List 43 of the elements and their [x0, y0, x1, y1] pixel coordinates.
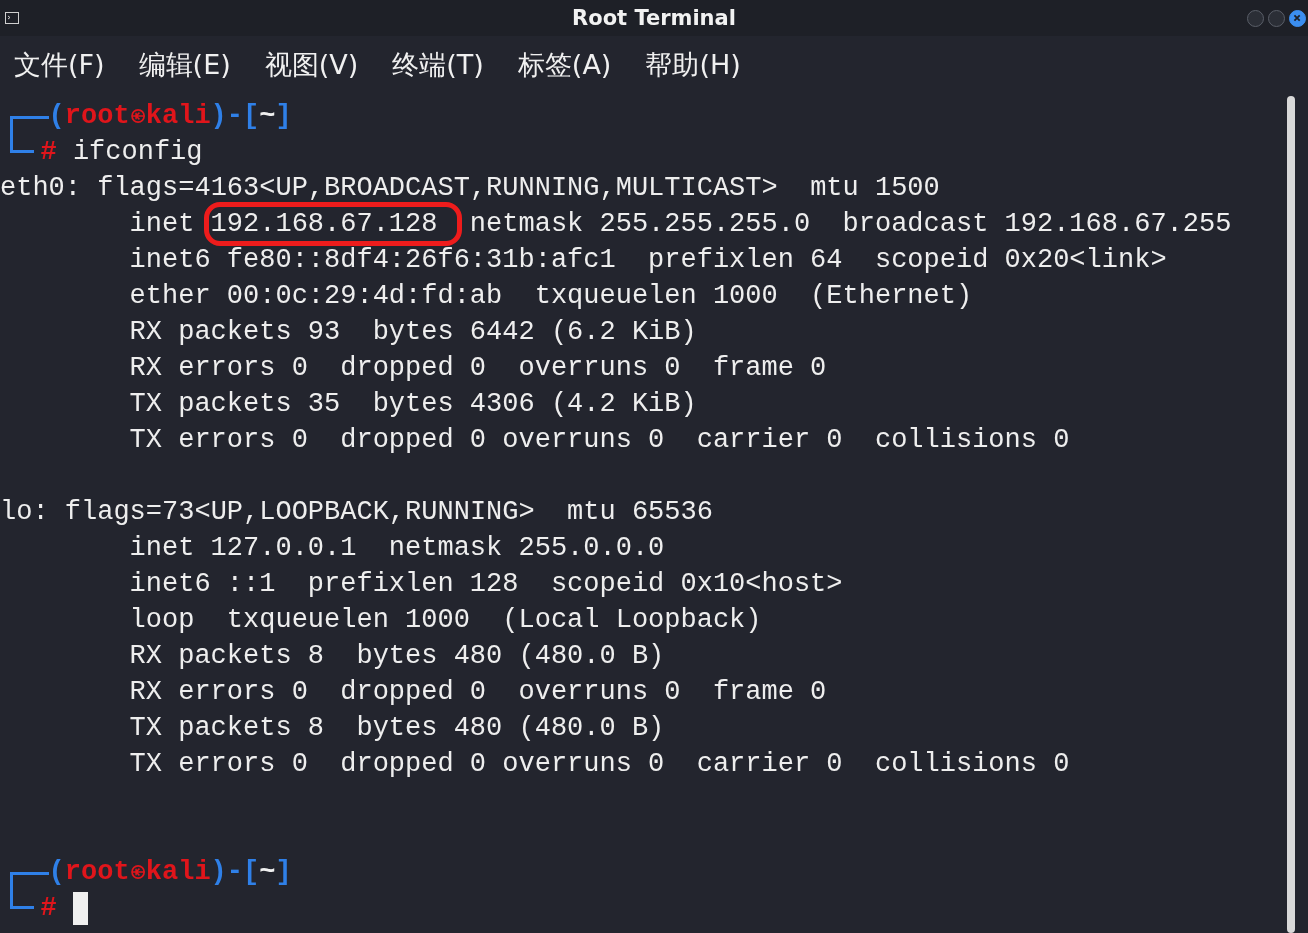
output-line: inet 127.0.0.1 netmask 255.0.0.0 — [129, 532, 665, 565]
output-line: loop txqueuelen 1000 (Local Loopback) — [129, 604, 762, 637]
prompt-name: kali — [145, 100, 211, 133]
output-line: RX errors 0 dropped 0 overruns 0 frame 0 — [129, 676, 827, 709]
menu-item[interactable]: 终端(T) — [392, 47, 518, 83]
menu-item[interactable]: 文件(F) — [14, 47, 139, 83]
command-text: ifconfig — [71, 136, 203, 169]
prompt-name: root — [64, 100, 130, 133]
menu-item[interactable]: 帮助(H) — [645, 47, 775, 83]
prompt-bracket: ] — [275, 100, 292, 133]
output-line: lo: flags=73<UP,LOOPBACK,RUNNING> mtu 65536 — [0, 496, 713, 529]
prompt-path: ~ — [259, 100, 276, 133]
output-line: TX errors 0 dropped 0 overruns 0 carrier 0 collisions 0 — [129, 424, 1070, 457]
menu-item[interactable]: 标签(A) — [517, 47, 646, 83]
output-line: RX packets 93 bytes 6442 (6.2 KiB) — [129, 316, 697, 349]
prompt-path: ~ — [259, 856, 276, 889]
maximize-button[interactable] — [1268, 9, 1285, 27]
prompt-bracket: ( — [48, 856, 65, 889]
prompt-sign: # — [40, 892, 57, 925]
output-line: inet 192.168.67.128 netmask 255.255.255.0 broadcast 192.168.67.255 — [129, 208, 1232, 241]
minimize-button[interactable] — [1247, 9, 1264, 27]
window-title: Root Terminal — [572, 6, 736, 30]
terminal-icon — [5, 12, 19, 24]
output-line: RX errors 0 dropped 0 overruns 0 frame 0 — [129, 352, 827, 385]
prompt-bracket: )-[ — [210, 856, 260, 889]
output-line: TX packets 35 bytes 4306 (4.2 KiB) — [129, 388, 697, 421]
menu-item[interactable]: 编辑(E) — [138, 47, 265, 83]
prompt-sign: # — [40, 136, 57, 169]
prompt-name: kali — [145, 856, 211, 889]
output-line: TX packets 8 bytes 480 (480.0 B) — [129, 712, 665, 745]
prompt-bracket: ] — [275, 856, 292, 889]
scrollbar-thumb[interactable] — [1287, 96, 1295, 933]
output-line: eth0: flags=4163<UP,BROADCAST,RUNNING,MULTICAST> mtu 1500 — [0, 172, 940, 205]
output-line: TX errors 0 dropped 0 overruns 0 carrier 0 collisions 0 — [129, 748, 1070, 781]
close-button[interactable] — [1289, 9, 1306, 27]
prompt-bracket: )-[ — [210, 100, 260, 133]
output-line: inet6 ::1 prefixlen 128 scopeid 0x10<host> — [129, 568, 843, 601]
output-line: ether 00:0c:29:4d:fd:ab txqueuelen 1000 (Ethernet) — [129, 280, 973, 313]
output-line: RX packets 8 bytes 480 (480.0 B) — [129, 640, 665, 673]
prompt-bracket: ( — [48, 100, 65, 133]
prompt-name: root — [64, 856, 130, 889]
menu-item[interactable]: 视图(V) — [264, 47, 393, 83]
output-line: inet6 fe80::8df4:26f6:31b:afc1 prefixlen 64 scopeid 0x20<link> — [129, 244, 1167, 277]
